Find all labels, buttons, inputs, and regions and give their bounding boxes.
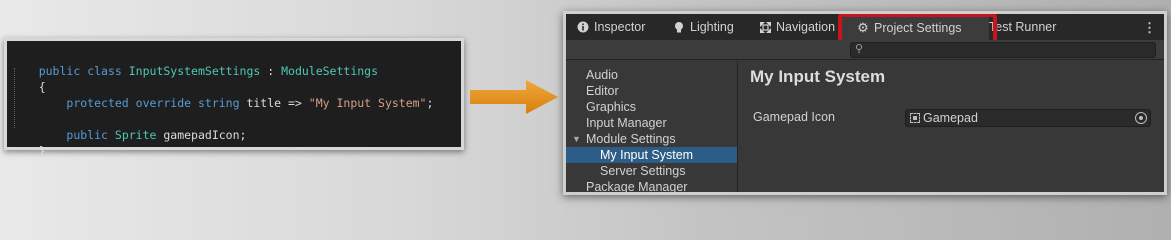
tab-navigation[interactable]: Navigation [748,14,838,40]
code-token: } [38,144,46,158]
search-icon: ⚲ [855,43,864,55]
code-snippet: public class InputSystemSettings : Modul… [4,38,464,158]
settings-sidebar: Audio Editor Graphics Input Manager ▼ Mo… [566,61,738,194]
sidebar-item-label: Server Settings [600,164,686,178]
code-line: public class InputSystemSettings : Modul… [11,47,457,78]
tab-test-runner[interactable]: Test Runner [989,14,1099,40]
sidebar-item-input-manager[interactable]: Input Manager [566,115,737,131]
search-input[interactable]: ⚲ [850,42,1156,58]
page-title: My Input System [750,67,886,86]
tab-label: Inspector [594,20,646,34]
tab-project-settings[interactable]: ⚙ Project Settings [842,14,989,40]
foldout-arrow-icon[interactable]: ▼ [572,131,581,147]
code-line: public Sprite gamepadIcon; [11,111,457,142]
sidebar-item-server-settings[interactable]: Server Settings [566,163,737,179]
project-settings-window: Inspector Lighting Navigation ⚙ Project … [563,11,1167,195]
sidebar-item-my-input-system[interactable]: My Input System [566,147,737,163]
property-label: Gamepad Icon [753,110,835,124]
code-line: { [11,63,457,94]
right-arrow-icon [470,80,558,114]
tab-lighting[interactable]: Lighting [662,14,748,40]
bulb-icon [672,20,686,34]
settings-content: My Input System Gamepad Icon Gamepad [739,61,1164,192]
info-icon [576,20,590,34]
sidebar-item-label: Audio [586,68,618,82]
tab-bar: Inspector Lighting Navigation ⚙ Project … [566,14,1164,40]
sidebar-item-label: Editor [586,84,619,98]
sidebar-item-graphics[interactable]: Graphics [566,99,737,115]
sidebar-item-label: Package Manager [586,180,688,194]
tab-label: Test Runner [989,20,1057,34]
sidebar-item-editor[interactable]: Editor [566,83,737,99]
tab-inspector[interactable]: Inspector [566,14,662,40]
sidebar-item-package-manager[interactable]: Package Manager [566,179,737,194]
code-line: protected override string title => "My I… [11,79,457,110]
sidebar-item-label: Input Manager [586,116,667,130]
object-field-value: Gamepad [923,111,978,125]
sidebar-item-label: Graphics [586,100,637,114]
tab-label: Project Settings [874,21,962,35]
sidebar-item-label: My Input System [600,148,694,162]
sidebar-item-module-settings[interactable]: ▼ Module Settings [566,131,737,147]
gear-icon: ⚙ [857,20,869,35]
gamepad-icon-field[interactable]: Gamepad [905,109,1151,127]
object-picker-icon[interactable] [1135,112,1147,124]
navigation-icon [758,20,772,34]
tab-label: Navigation [776,20,836,34]
sidebar-item-audio[interactable]: Audio [566,67,737,83]
settings-toolbar: ⚲ [566,40,1164,60]
code-line: } [11,127,457,158]
sidebar-item-label: Module Settings [586,132,676,146]
tab-label: Lighting [690,20,734,34]
sprite-icon [910,113,920,123]
more-options-icon[interactable]: ⋮ [1143,20,1156,36]
